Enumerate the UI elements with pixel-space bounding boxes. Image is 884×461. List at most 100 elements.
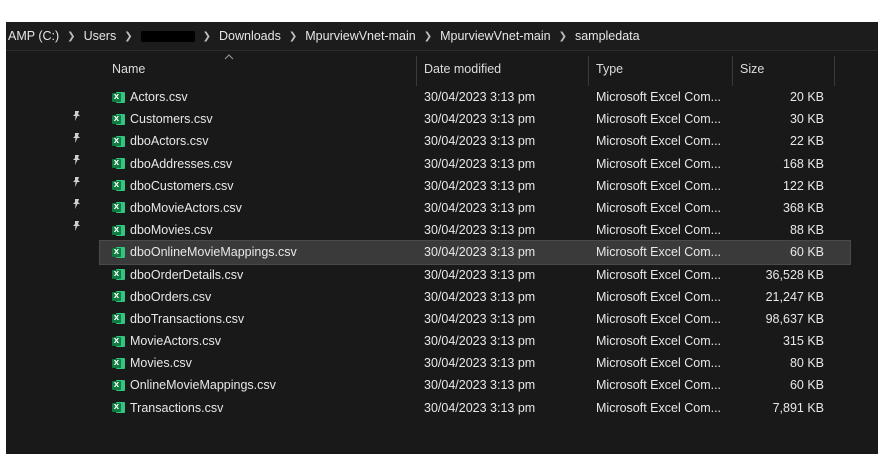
file-size: 368 KB [782, 200, 824, 215]
chevron-right-icon[interactable]: ❯ [283, 31, 303, 42]
column-header-date[interactable]: Date modified [424, 52, 584, 86]
file-size: 21,247 KB [765, 289, 824, 304]
file-date-modified: 30/04/2023 3:13 pm [424, 267, 536, 282]
file-size: 30 KB [789, 112, 824, 127]
chevron-right-icon[interactable]: ❯ [118, 31, 138, 42]
pin-icon[interactable] [66, 215, 86, 237]
file-row[interactable]: X dboOrderDetails.csv 30/04/2023 3:13 pm… [100, 264, 850, 286]
column-header-name[interactable]: Name [112, 52, 412, 86]
excel-csv-icon: X [112, 175, 128, 197]
pin-icon[interactable] [66, 171, 86, 193]
excel-csv-icon: X [112, 264, 128, 286]
file-type: Microsoft Excel Com... [596, 112, 722, 127]
chevron-right-icon[interactable]: ❯ [197, 31, 217, 42]
file-size: 80 KB [789, 356, 824, 371]
file-date-modified: 30/04/2023 3:13 pm [424, 156, 536, 171]
file-row[interactable]: X dboMovies.csv 30/04/2023 3:13 pm Micro… [100, 219, 850, 241]
file-date-modified: 30/04/2023 3:13 pm [424, 223, 536, 238]
breadcrumb-project[interactable]: MpurviewVnet-main [303, 29, 417, 43]
file-row[interactable]: X Customers.csv 30/04/2023 3:13 pm Micro… [100, 108, 850, 130]
excel-csv-icon: X [112, 308, 128, 330]
file-size: 88 KB [789, 223, 824, 238]
file-row[interactable]: X dboOrders.csv 30/04/2023 3:13 pm Micro… [100, 286, 850, 308]
file-row[interactable]: X Movies.csv 30/04/2023 3:13 pm Microsof… [100, 352, 850, 374]
excel-csv-icon: X [112, 197, 128, 219]
excel-csv-icon: X [112, 86, 128, 108]
file-date-modified: 30/04/2023 3:13 pm [424, 178, 536, 193]
breadcrumb-downloads[interactable]: Downloads [217, 29, 283, 43]
address-bar[interactable]: AMP (C:) ❯ Users ❯ ❯ Downloads ❯ Mpurvie… [6, 22, 878, 51]
breadcrumb-users[interactable]: Users [82, 29, 119, 43]
chevron-right-icon[interactable]: ❯ [553, 31, 573, 42]
file-row[interactable]: X Actors.csv 30/04/2023 3:13 pm Microsof… [100, 86, 850, 108]
file-row[interactable]: X dboTransactions.csv 30/04/2023 3:13 pm… [100, 308, 850, 330]
file-name: dboMovieActors.csv [130, 200, 242, 215]
file-date-modified: 30/04/2023 3:13 pm [424, 334, 536, 349]
file-date-modified: 30/04/2023 3:13 pm [424, 90, 536, 104]
excel-csv-icon: X [112, 397, 128, 419]
breadcrumb-project-inner[interactable]: MpurviewVnet-main [438, 29, 552, 43]
file-name: Customers.csv [130, 112, 213, 127]
quick-access-pins [66, 105, 86, 237]
file-type: Microsoft Excel Com... [596, 356, 722, 371]
excel-csv-icon: X [112, 130, 128, 152]
file-date-modified: 30/04/2023 3:13 pm [424, 245, 536, 260]
column-resize-handle[interactable] [588, 56, 589, 86]
file-explorer-window: AMP (C:) ❯ Users ❯ ❯ Downloads ❯ Mpurvie… [6, 22, 878, 454]
file-size: 98,637 KB [765, 311, 824, 326]
file-date-modified: 30/04/2023 3:13 pm [424, 200, 536, 215]
file-name: OnlineMovieMappings.csv [130, 378, 276, 393]
file-type: Microsoft Excel Com... [596, 156, 722, 171]
file-type: Microsoft Excel Com... [596, 378, 722, 393]
file-row[interactable]: X dboOnlineMovieMappings.csv 30/04/2023 … [99, 240, 851, 265]
file-name: MovieActors.csv [130, 334, 221, 349]
file-type: Microsoft Excel Com... [596, 400, 722, 415]
file-type: Microsoft Excel Com... [596, 311, 722, 326]
file-type: Microsoft Excel Com... [596, 178, 722, 193]
column-resize-handle[interactable] [834, 56, 835, 86]
file-row[interactable]: X dboActors.csv 30/04/2023 3:13 pm Micro… [100, 130, 850, 152]
file-size: 36,528 KB [765, 267, 824, 282]
file-date-modified: 30/04/2023 3:13 pm [424, 378, 536, 393]
excel-csv-icon: X [112, 352, 128, 374]
excel-csv-icon: X [112, 374, 128, 396]
file-name: Transactions.csv [130, 400, 224, 415]
excel-csv-icon: X [112, 241, 128, 263]
file-type: Microsoft Excel Com... [596, 134, 722, 149]
excel-csv-icon: X [112, 153, 128, 175]
pin-icon[interactable] [66, 105, 86, 127]
file-name: dboActors.csv [130, 134, 209, 149]
file-row[interactable]: X dboAddresses.csv 30/04/2023 3:13 pm Mi… [100, 153, 850, 175]
file-name: dboAddresses.csv [130, 156, 233, 171]
file-type: Microsoft Excel Com... [596, 334, 722, 349]
pin-icon[interactable] [66, 127, 86, 149]
pin-icon[interactable] [66, 149, 86, 171]
file-row[interactable]: X MovieActors.csv 30/04/2023 3:13 pm Mic… [100, 330, 850, 352]
file-name: Actors.csv [130, 90, 188, 104]
file-name: dboOnlineMovieMappings.csv [130, 245, 297, 260]
column-resize-handle[interactable] [732, 56, 733, 86]
file-row[interactable]: X dboMovieActors.csv 30/04/2023 3:13 pm … [100, 197, 850, 219]
file-row[interactable]: X OnlineMovieMappings.csv 30/04/2023 3:1… [100, 374, 850, 396]
column-resize-handle[interactable] [416, 56, 417, 86]
column-header-size-label: Size [740, 62, 765, 76]
column-header-type[interactable]: Type [596, 52, 726, 86]
file-size: 122 KB [782, 178, 824, 193]
pin-icon[interactable] [66, 193, 86, 215]
chevron-right-icon[interactable]: ❯ [418, 31, 438, 42]
file-size: 60 KB [789, 378, 824, 393]
file-date-modified: 30/04/2023 3:13 pm [424, 311, 536, 326]
redacted-username[interactable] [140, 30, 195, 42]
file-name: dboCustomers.csv [130, 178, 234, 193]
file-type: Microsoft Excel Com... [596, 289, 722, 304]
column-header: Name Date modified Type Size [100, 52, 878, 86]
file-name: dboMovies.csv [130, 223, 213, 238]
column-header-size[interactable]: Size [740, 52, 830, 86]
file-type: Microsoft Excel Com... [596, 90, 722, 104]
file-row[interactable]: X Transactions.csv 30/04/2023 3:13 pm Mi… [100, 397, 850, 419]
file-date-modified: 30/04/2023 3:13 pm [424, 356, 536, 371]
chevron-right-icon[interactable]: ❯ [61, 31, 81, 42]
file-row[interactable]: X dboCustomers.csv 30/04/2023 3:13 pm Mi… [100, 175, 850, 197]
breadcrumb-sampledata[interactable]: sampledata [573, 29, 642, 43]
breadcrumb-drive[interactable]: AMP (C:) [6, 29, 61, 43]
